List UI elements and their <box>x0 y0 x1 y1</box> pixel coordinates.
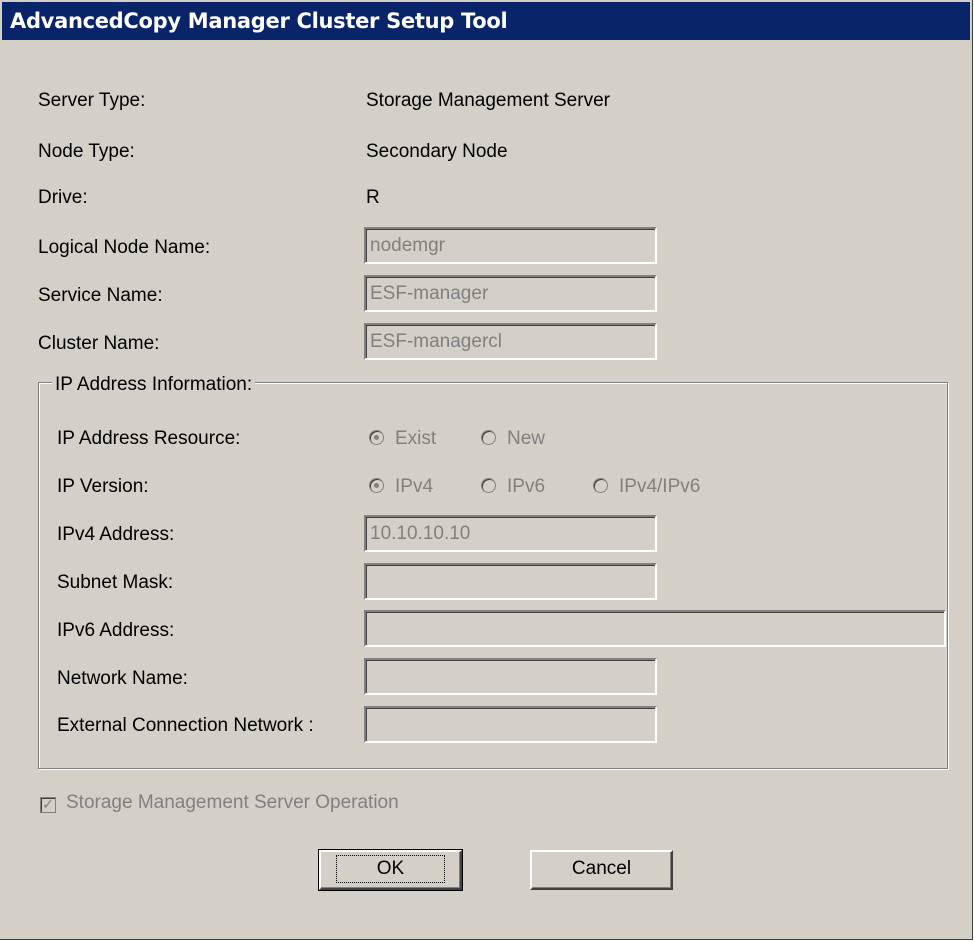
radio-selected-icon <box>369 430 384 445</box>
ipv4-address-label: IPv4 Address: <box>57 524 175 545</box>
server-type-label: Server Type: <box>38 90 146 111</box>
cluster-name-field[interactable]: ESF-managercl <box>364 323 657 360</box>
checkmark-icon: ✓ <box>40 797 56 813</box>
subnet-mask-label: Subnet Mask: <box>57 572 174 593</box>
ip-address-resource-label: IP Address Resource: <box>57 428 241 449</box>
drive-label: Drive: <box>38 187 88 208</box>
logical-node-name-label: Logical Node Name: <box>38 237 211 258</box>
cancel-button[interactable]: Cancel <box>530 850 673 890</box>
storage-management-server-operation-checkbox[interactable]: ✓ Storage Management Server Operation <box>40 791 399 815</box>
ok-button-label: OK <box>335 855 446 883</box>
ok-button[interactable]: OK <box>318 849 463 891</box>
external-connection-network-label: External Connection Network : <box>57 715 314 736</box>
subnet-mask-field[interactable] <box>364 563 657 600</box>
external-connection-network-field[interactable] <box>364 706 657 743</box>
node-type-label: Node Type: <box>38 141 135 162</box>
radio-ipv4-label: IPv4 <box>395 476 434 497</box>
radio-new[interactable]: New <box>481 427 545 451</box>
ip-address-group-title: IP Address Information: <box>52 373 256 397</box>
radio-ipv4-ipv6-label: IPv4/IPv6 <box>619 476 701 497</box>
ipv6-address-field[interactable] <box>364 610 946 647</box>
window-title: AdvancedCopy Manager Cluster Setup Tool <box>2 2 970 40</box>
radio-selected-icon <box>369 478 384 493</box>
drive-value: R <box>366 187 380 208</box>
radio-unselected-icon <box>593 478 608 493</box>
radio-ipv4-ipv6[interactable]: IPv4/IPv6 <box>593 475 700 499</box>
cluster-setup-dialog: AdvancedCopy Manager Cluster Setup Tool … <box>0 0 973 940</box>
storage-management-server-operation-label: Storage Management Server Operation <box>66 792 399 813</box>
ipv4-address-field[interactable]: 10.10.10.10 <box>364 515 657 552</box>
radio-exist-label: Exist <box>395 428 437 449</box>
radio-new-label: New <box>507 428 546 449</box>
radio-unselected-icon <box>481 430 496 445</box>
radio-ipv4[interactable]: IPv4 <box>369 475 433 499</box>
radio-unselected-icon <box>481 478 496 493</box>
ip-version-label: IP Version: <box>57 476 149 497</box>
server-type-value: Storage Management Server <box>366 90 610 111</box>
ipv6-address-label: IPv6 Address: <box>57 620 175 641</box>
node-type-value: Secondary Node <box>366 141 508 162</box>
radio-ipv6[interactable]: IPv6 <box>481 475 545 499</box>
network-name-field[interactable] <box>364 658 657 695</box>
radio-ipv6-label: IPv6 <box>507 476 546 497</box>
radio-exist[interactable]: Exist <box>369 427 436 451</box>
service-name-label: Service Name: <box>38 285 163 306</box>
cluster-name-label: Cluster Name: <box>38 333 160 354</box>
service-name-field[interactable]: ESF-manager <box>364 275 657 312</box>
logical-node-name-field[interactable]: nodemgr <box>364 227 657 264</box>
network-name-label: Network Name: <box>57 668 188 689</box>
